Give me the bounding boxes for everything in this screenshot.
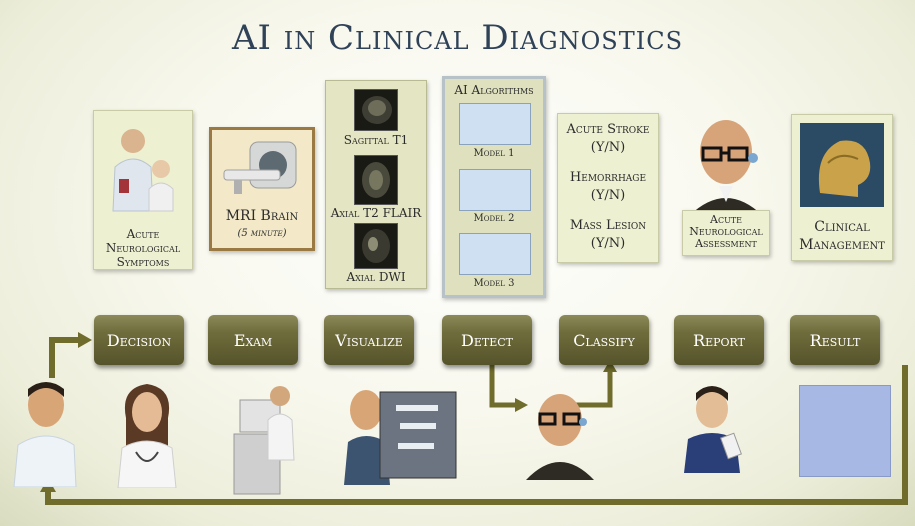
- symptoms-line3: Symptoms: [116, 255, 170, 269]
- model-label-1: Model 1: [473, 148, 515, 159]
- symptoms-card: Acute Neurological Symptoms: [93, 110, 193, 270]
- mri-duration: (5 minute): [237, 228, 287, 239]
- mri-label: MRI Brain: [225, 208, 299, 224]
- symptoms-line2: Neurological: [105, 241, 181, 255]
- step-result-button[interactable]: Result: [790, 315, 880, 365]
- symptoms-line1: Acute: [126, 227, 160, 241]
- class-label-2: Hemorrhage: [569, 170, 647, 185]
- model-label-3: Model 3: [473, 278, 515, 289]
- class-yn-3: (Y/N): [590, 236, 626, 251]
- sagittal-t1-image: [354, 89, 398, 131]
- sequence-label-3: Axial DWI: [346, 270, 406, 284]
- patient-icon: [13, 382, 77, 487]
- class-yn-2: (Y/N): [590, 188, 626, 203]
- model-1-chart: [459, 103, 531, 145]
- algorithms-header: AI Algorithms: [454, 83, 534, 97]
- diagram-canvas: AI in Clinical Diagnostics Acute Neurolo…: [0, 0, 915, 526]
- step-visualize-button[interactable]: Visualize: [324, 315, 414, 365]
- mri-brain-card: MRI Brain (5 minute): [209, 127, 315, 251]
- ai-algorithms-card: AI Algorithms Model 1 Model 2 Model 3: [442, 76, 546, 298]
- assessment-line3: Assessment: [695, 237, 757, 250]
- management-line1: Clinical: [814, 219, 870, 235]
- sequence-label-1: Sagittal T1: [343, 133, 409, 147]
- radiologist-icon: [344, 390, 457, 485]
- model-3-chart: [459, 233, 531, 275]
- step-report-button[interactable]: Report: [674, 315, 764, 365]
- class-label-1: Acute Stroke: [566, 122, 650, 137]
- ai-head-icon: [689, 120, 763, 216]
- reporter-icon: [684, 386, 742, 473]
- step-decision-button[interactable]: Decision: [94, 315, 184, 365]
- sequence-label-2: Axial T2 FLAIR: [330, 206, 422, 220]
- ultrasound-exam-icon: [233, 386, 295, 495]
- result-image: [799, 385, 891, 477]
- class-yn-1: (Y/N): [590, 140, 626, 155]
- doctor-with-child-icon: [112, 129, 174, 212]
- doctor-icon: [117, 384, 177, 488]
- mri-sequences-card: Sagittal T1 Axial T2 FLAIR Axial DWI: [325, 80, 427, 289]
- axial-t2-flair-image: [354, 155, 398, 205]
- brain-head-icon: [800, 123, 884, 207]
- page-title: AI in Clinical Diagnostics: [231, 18, 684, 58]
- class-label-3: Mass Lesion: [569, 218, 647, 233]
- model-2-chart: [459, 169, 531, 211]
- step-classify-button[interactable]: Classify: [559, 315, 649, 365]
- ai-doctor-icon: [526, 394, 594, 480]
- axial-dwi-image: [354, 223, 398, 269]
- mri-scanner-icon: [223, 141, 297, 194]
- classification-card: Acute Stroke (Y/N) Hemorrhage (Y/N) Mass…: [557, 113, 659, 263]
- step-detect-button[interactable]: Detect: [442, 315, 532, 365]
- clinical-management-card: Clinical Management: [791, 114, 893, 261]
- model-label-2: Model 2: [473, 213, 515, 224]
- management-line2: Management: [799, 237, 885, 253]
- step-exam-button[interactable]: Exam: [208, 315, 298, 365]
- assessment-card: Acute Neurological Assessment: [682, 210, 770, 256]
